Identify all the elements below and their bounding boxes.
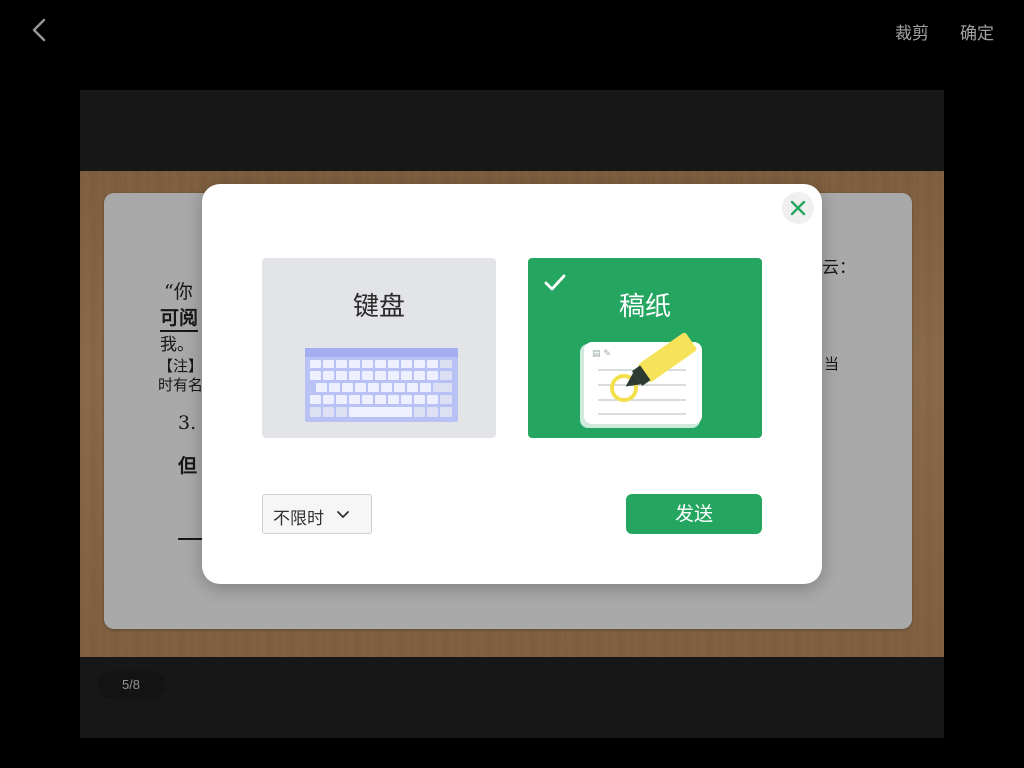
option-label: 键盘 bbox=[352, 292, 405, 322]
close-icon bbox=[790, 200, 806, 216]
svg-text:▤ ✎: ▤ ✎ bbox=[592, 349, 611, 359]
answer-mode-dialog: 键盘 稿纸 ▤ ✎ 不限时 发送 bbox=[202, 184, 822, 584]
draft-paper-option[interactable]: 稿纸 ▤ ✎ bbox=[528, 258, 762, 438]
chevron-down-icon bbox=[337, 511, 349, 518]
send-button[interactable]: 发送 bbox=[626, 494, 762, 534]
time-limit-value: 不限时 bbox=[273, 509, 324, 529]
time-limit-select[interactable]: 不限时 bbox=[262, 494, 372, 534]
keyboard-icon bbox=[305, 348, 458, 422]
close-button[interactable] bbox=[782, 192, 814, 224]
keyboard-option[interactable]: 键盘 bbox=[262, 258, 496, 438]
draft-paper-icon: ▤ ✎ bbox=[580, 332, 702, 428]
option-label: 稿纸 bbox=[618, 292, 671, 322]
